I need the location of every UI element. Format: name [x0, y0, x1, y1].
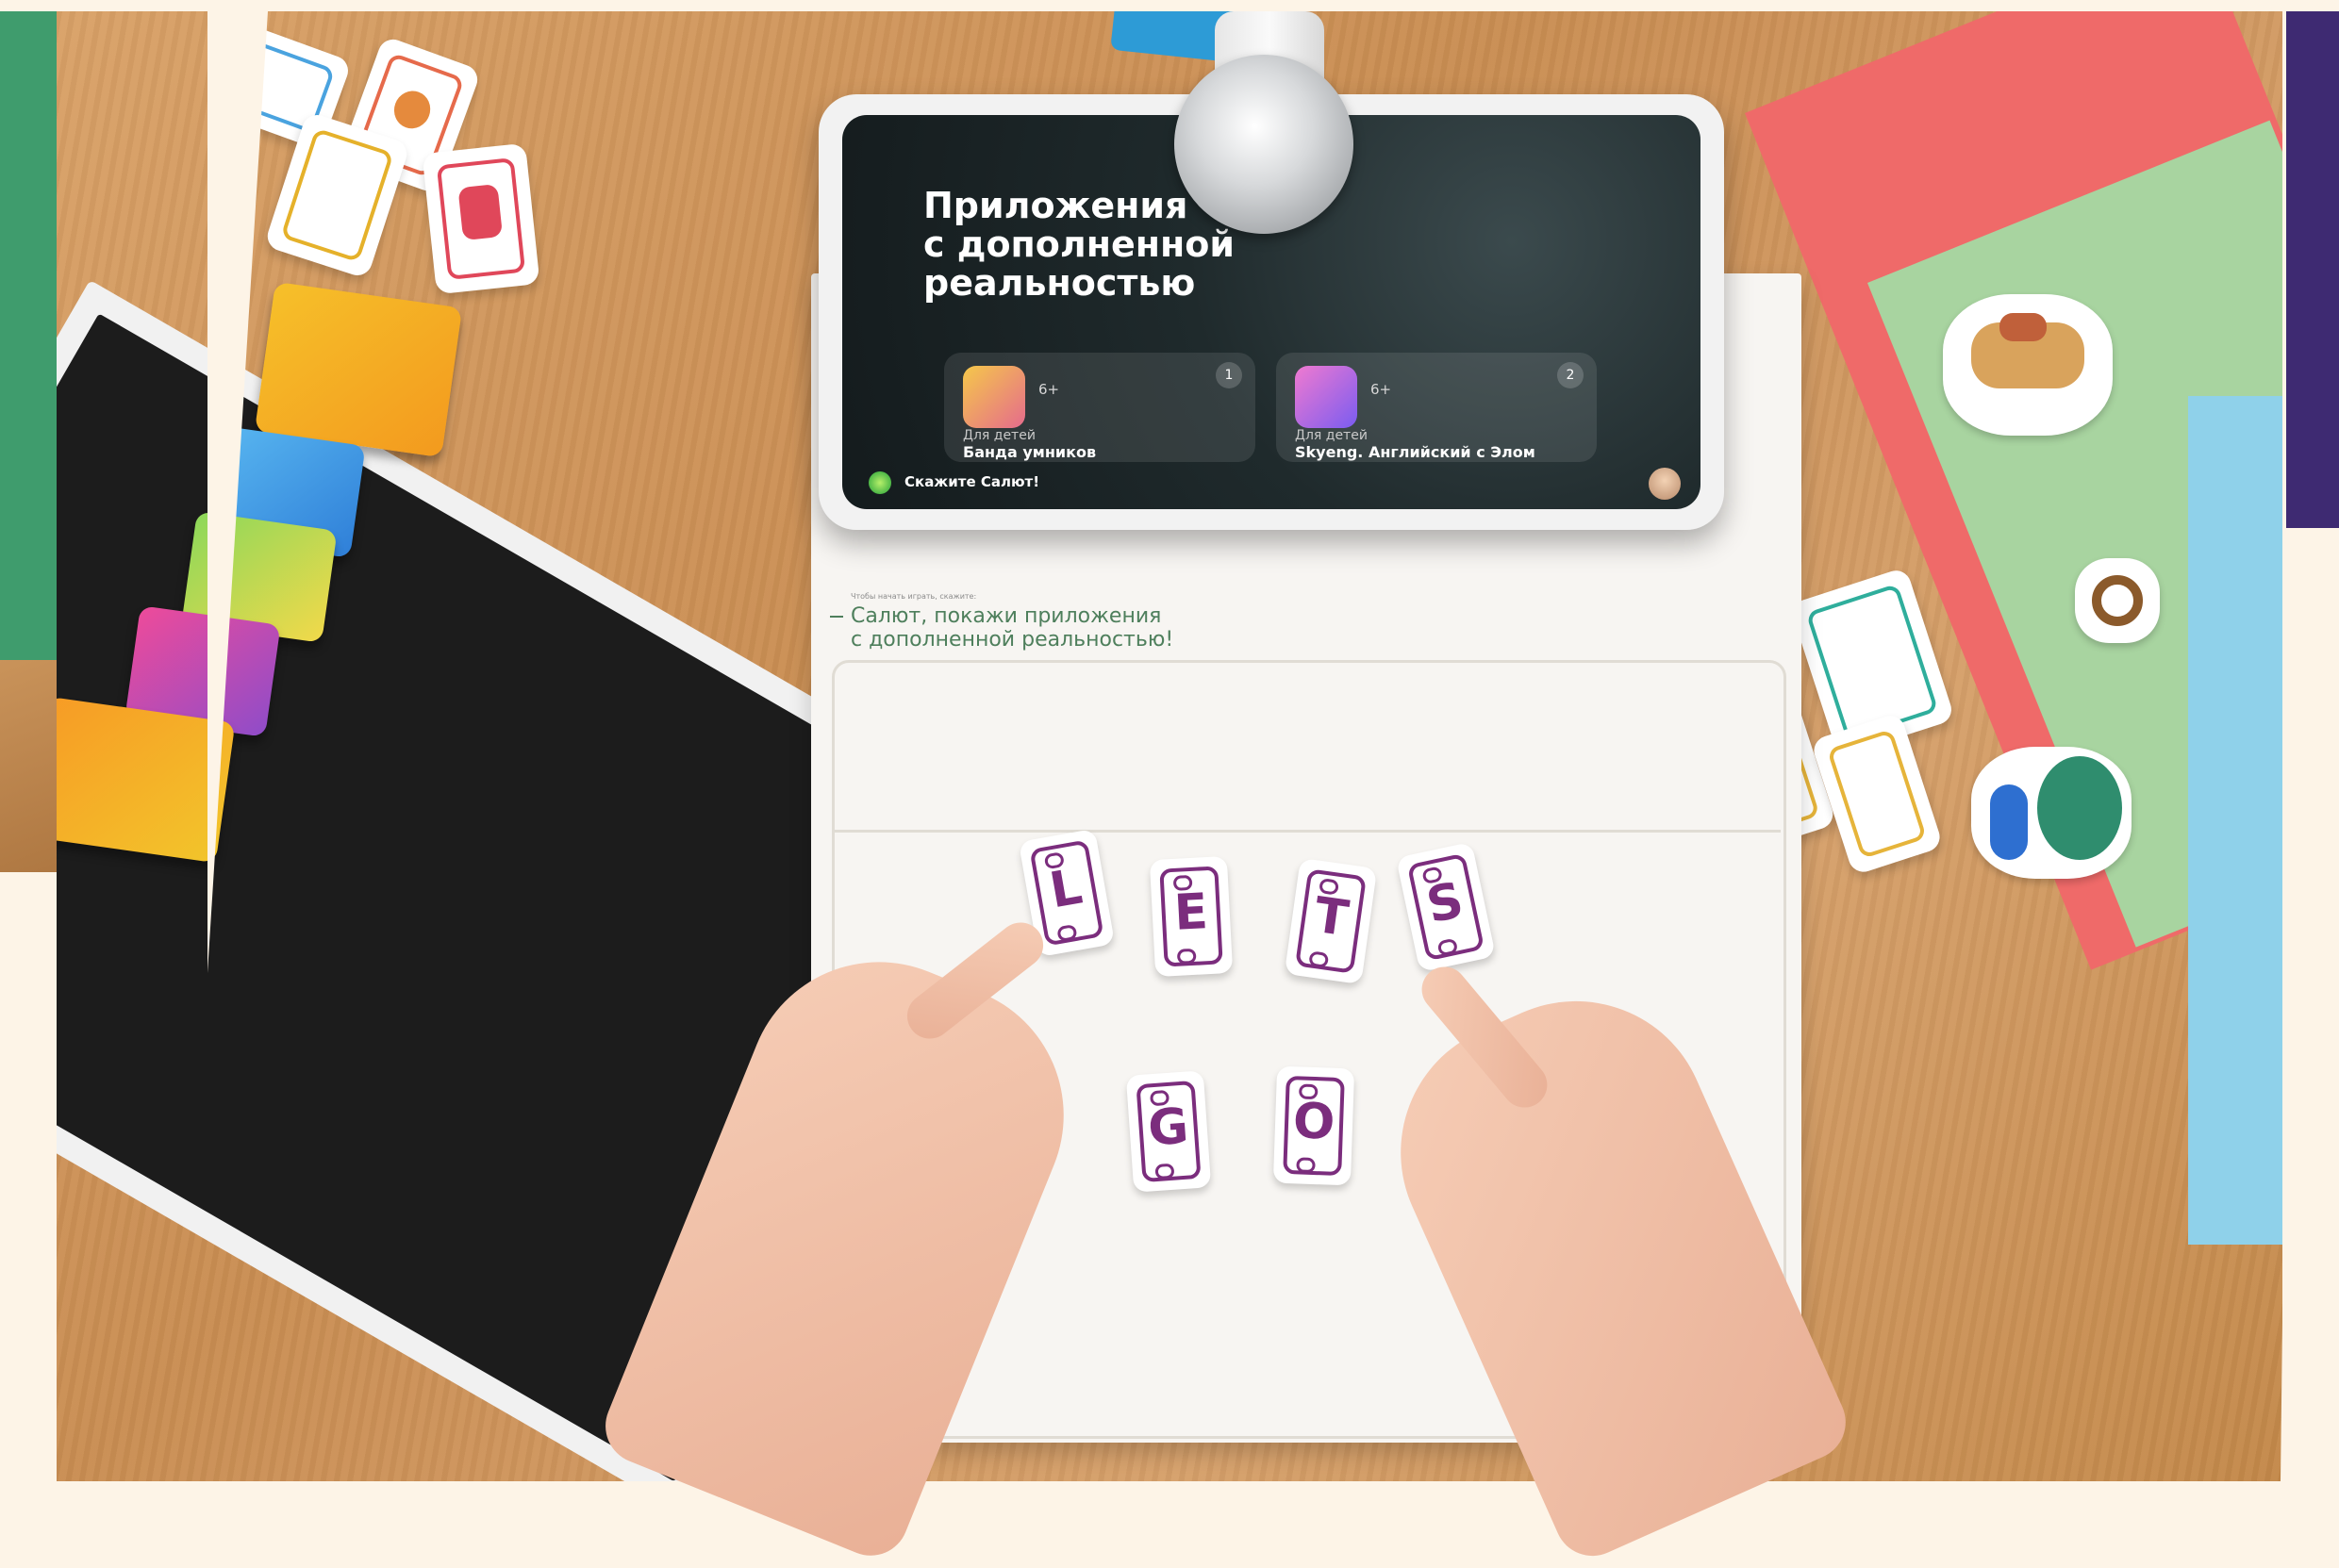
mat-hint-small: Чтобы начать играть, скажите:	[851, 592, 977, 601]
card-cheese	[1810, 712, 1944, 876]
letter-card-t: T	[1284, 857, 1378, 985]
user-avatar[interactable]	[1649, 468, 1681, 500]
salute-assistant-icon[interactable]	[869, 471, 891, 494]
salute-prompt[interactable]: Скажите Салют!	[904, 473, 1039, 490]
purple-backdrop-panel	[2286, 0, 2339, 528]
card-backpack	[422, 142, 540, 295]
mat-hint-line2: с дополненной реальностью!	[851, 628, 1174, 652]
blue-paper-sheet	[2188, 396, 2282, 1245]
skyeng-app-icon	[1295, 366, 1357, 428]
frame-left-edge	[0, 872, 57, 1481]
letter-card-g: G	[1125, 1070, 1212, 1193]
mat-hint-dash	[830, 616, 843, 618]
camel-sticker	[1943, 294, 2113, 436]
camera-lens	[1174, 55, 1353, 234]
peacock-sticker	[1971, 747, 2132, 879]
yellow-foam-block	[254, 281, 463, 458]
frame-top-edge	[0, 0, 2339, 11]
mat-hint-line1: Салют, покажи приложения	[851, 604, 1162, 628]
mat-fold-line	[832, 830, 1781, 833]
banda-app-icon	[963, 366, 1025, 428]
letter-card-o: O	[1272, 1065, 1355, 1186]
app-tile-banda-umnikov[interactable]: 6+ 1 Для детей Банда умников	[944, 353, 1255, 462]
app-tile-skyeng[interactable]: 6+ 2 Для детей Skyeng. Английский с Элом	[1276, 353, 1597, 462]
letter-card-e: E	[1149, 855, 1234, 978]
snake-sticker	[2075, 558, 2160, 643]
